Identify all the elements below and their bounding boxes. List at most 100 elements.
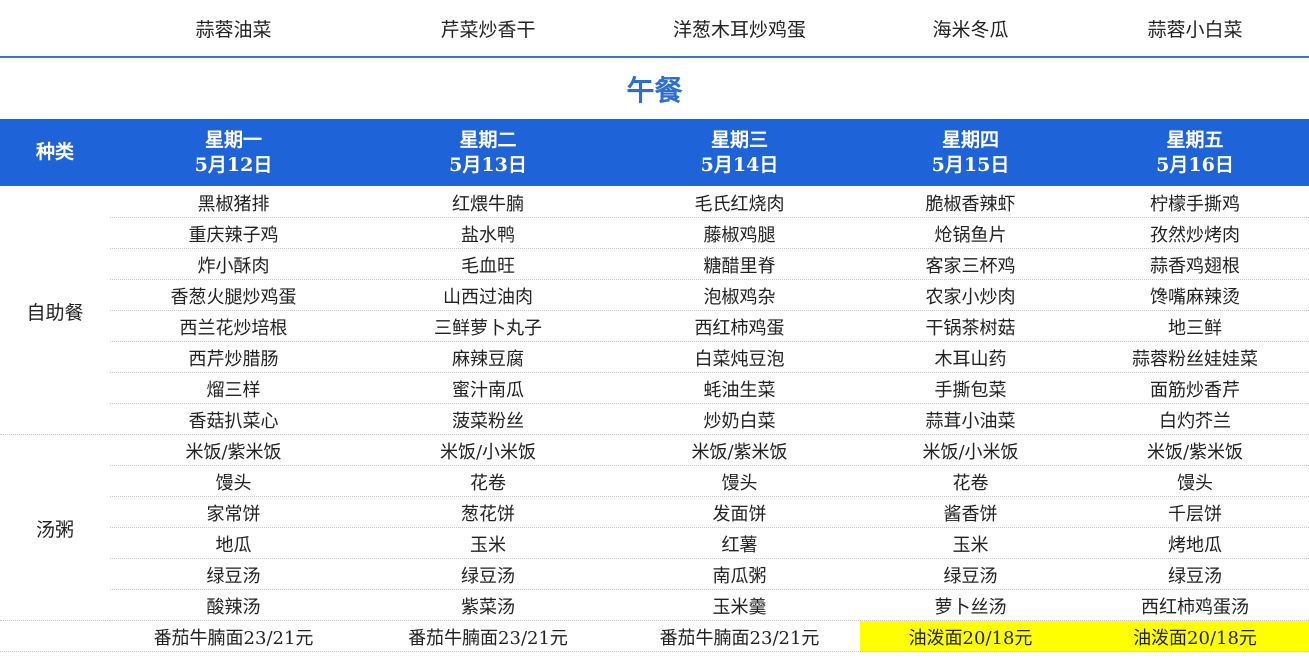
menu-item: 蒜香鸡翅根 [1150, 255, 1240, 277]
weekday-label: 星期三 [710, 128, 768, 151]
menu-item: 馋嘴麻辣烫 [1150, 286, 1240, 308]
menu-item: 蚝油生菜 [703, 379, 776, 401]
menu-item: 盐水鸭 [461, 224, 515, 246]
menu-item: 绿豆汤 [206, 565, 261, 587]
table-row: 黑椒猪排 红煨牛腩 毛氏红烧肉 脆椒香辣虾 柠檬手撕鸡 [0, 187, 1309, 218]
menu-item: 绿豆汤 [461, 565, 515, 587]
menu-item: 发面饼 [712, 503, 767, 525]
header-day-3: 星期三 5月14日 [619, 119, 860, 186]
menu-item: 绿豆汤 [943, 565, 998, 587]
menu-item: 白灼芥兰 [1159, 410, 1231, 432]
date-label: 5月12日 [194, 153, 273, 176]
date-label: 5月16日 [1156, 153, 1234, 176]
table-row: 熘三样 蜜汁南瓜 蚝油生菜 手撕包菜 面筋炒香芹 [0, 373, 1309, 404]
menu-item: 米饭/小米饭 [922, 441, 1019, 463]
menu-item: 香葱火腿炒鸡蛋 [170, 286, 297, 308]
table-row: 香菇扒菜心 菠菜粉丝 炒奶白菜 蒜茸小油菜 白灼芥兰 [0, 404, 1309, 435]
menu-item: 米饭/紫米饭 [1146, 441, 1244, 463]
table-row: 馒头 花卷 馒头 花卷 馒头 [0, 466, 1309, 497]
menu-item: 南瓜粥 [712, 565, 767, 587]
menu-item: 西兰花炒培根 [179, 317, 288, 339]
menu-item: 玉米 [470, 534, 506, 556]
menu-item: 藤椒鸡腿 [703, 224, 776, 246]
menu-item: 炝锅鱼片 [934, 224, 1007, 246]
table-row: 西兰花炒培根 三鲜萝卜丸子 西红柿鸡蛋 干锅茶树菇 地三鲜 [0, 311, 1309, 342]
menu-item: 米饭/紫米饭 [185, 441, 282, 463]
category-label: 自助餐 [26, 301, 84, 324]
menu-item: 西红柿鸡蛋 [694, 317, 785, 339]
menu-item: 客家三杯鸡 [925, 255, 1016, 277]
menu-item: 米饭/小米饭 [439, 441, 537, 463]
table-header: 种类 星期一 5月12日 星期二 5月13日 星期三 5月14日 星期四 5月15日 星期五 5月1… [0, 119, 1309, 186]
menu-item: 糖醋里脊 [703, 255, 776, 277]
weekday-label: 星期五 [1166, 128, 1224, 151]
menu-item: 绿豆汤 [1168, 565, 1222, 587]
menu-item: 农家小炒肉 [925, 286, 1016, 308]
menu-item: 毛氏红烧肉 [694, 193, 785, 215]
menu-item: 玉米羹 [712, 596, 767, 618]
table-row: 家常饼 葱花饼 发面饼 酱香饼 千层饼 [0, 497, 1309, 528]
menu-item: 三鲜萝卜丸子 [434, 317, 542, 339]
menu-item: 孜然炒烤肉 [1150, 224, 1240, 246]
noodle-item: 油泼面20/18元 [860, 621, 1081, 652]
menu-item: 蜜汁南瓜 [452, 379, 524, 401]
menu-item: 黑椒猪排 [197, 193, 270, 215]
top-row-cell: 蒜蓉小白菜 [1147, 18, 1243, 41]
header-category: 种类 [35, 141, 74, 163]
menu-item: 花卷 [952, 472, 989, 494]
menu-item: 花卷 [470, 472, 506, 494]
table-row: 香葱火腿炒鸡蛋 山西过油肉 泡椒鸡杂 农家小炒肉 馋嘴麻辣烫 [0, 280, 1309, 311]
menu-item: 馒头 [721, 472, 758, 494]
section-title: 午餐 [626, 74, 683, 107]
menu-item: 熘三样 [206, 379, 261, 401]
top-row-cell: 海米冬瓜 [932, 18, 1009, 41]
noodle-item: 番茄牛腩面23/21元 [659, 627, 820, 649]
menu-item: 地瓜 [215, 534, 252, 556]
noodle-item: 油泼面20/18元 [1081, 621, 1309, 652]
menu-item: 千层饼 [1168, 503, 1222, 525]
menu-item: 面筋炒香芹 [1150, 379, 1240, 401]
menu-item: 红薯 [721, 534, 758, 556]
weekday-label: 星期二 [459, 128, 517, 151]
menu-item: 馒头 [215, 472, 252, 494]
menu-item: 山西过油肉 [443, 286, 533, 308]
menu-item: 脆椒香辣虾 [925, 193, 1016, 215]
menu-item: 地三鲜 [1168, 317, 1222, 339]
header-day-1: 星期一 5月12日 [110, 119, 357, 186]
menu-item: 重庆辣子鸡 [188, 224, 279, 246]
top-row-cell: 芹菜炒香干 [440, 18, 536, 41]
menu-item: 木耳山药 [934, 348, 1007, 370]
menu-item: 酱香饼 [943, 503, 998, 525]
header-day-4: 星期四 5月15日 [860, 119, 1081, 186]
menu-item: 西芹炒腊肠 [188, 348, 279, 370]
menu-item: 紫菜汤 [461, 596, 515, 618]
top-row-cell: 洋葱木耳炒鸡蛋 [672, 18, 806, 41]
menu-item: 香菇扒菜心 [188, 410, 279, 432]
weekday-label: 星期一 [204, 128, 262, 151]
menu-item: 干锅茶树菇 [925, 317, 1016, 339]
date-label: 5月15日 [931, 153, 1010, 176]
menu-item: 馒头 [1177, 472, 1213, 494]
date-label: 5月13日 [449, 153, 527, 176]
menu-item: 酸辣汤 [206, 596, 261, 618]
previous-section-row: 蒜蓉油菜 芹菜炒香干 洋葱木耳炒鸡蛋 海米冬瓜 蒜蓉小白菜 [0, 0, 1309, 58]
menu-item: 烤地瓜 [1168, 534, 1222, 556]
noodle-item: 番茄牛腩面23/21元 [153, 627, 314, 649]
table-row: 米饭/紫米饭 米饭/小米饭 米饭/紫米饭 米饭/小米饭 米饭/紫米饭 [0, 435, 1309, 466]
table-row: 西芹炒腊肠 麻辣豆腐 白菜炖豆泡 木耳山药 蒜蓉粉丝娃娃菜 [0, 342, 1309, 373]
menu-item: 毛血旺 [461, 255, 515, 277]
menu-item: 葱花饼 [461, 503, 515, 525]
table-row: 炸小酥肉 毛血旺 糖醋里脊 客家三杯鸡 蒜香鸡翅根 [0, 249, 1309, 280]
date-label: 5月14日 [700, 153, 779, 176]
menu-item: 白菜炖豆泡 [694, 348, 785, 370]
table-row: 地瓜 玉米 红薯 玉米 烤地瓜 [0, 528, 1309, 559]
weekday-label: 星期四 [941, 128, 999, 151]
top-row-cell: 蒜蓉油菜 [195, 18, 272, 41]
menu-item: 炸小酥肉 [197, 255, 270, 277]
menu-item: 米饭/紫米饭 [691, 441, 788, 463]
menu-item: 萝卜丝汤 [934, 596, 1007, 618]
menu-item: 麻辣豆腐 [452, 348, 524, 370]
menu-item: 手撕包菜 [934, 379, 1007, 401]
menu-item: 家常饼 [206, 503, 261, 525]
menu-item: 蒜蓉粉丝娃娃菜 [1132, 348, 1258, 370]
